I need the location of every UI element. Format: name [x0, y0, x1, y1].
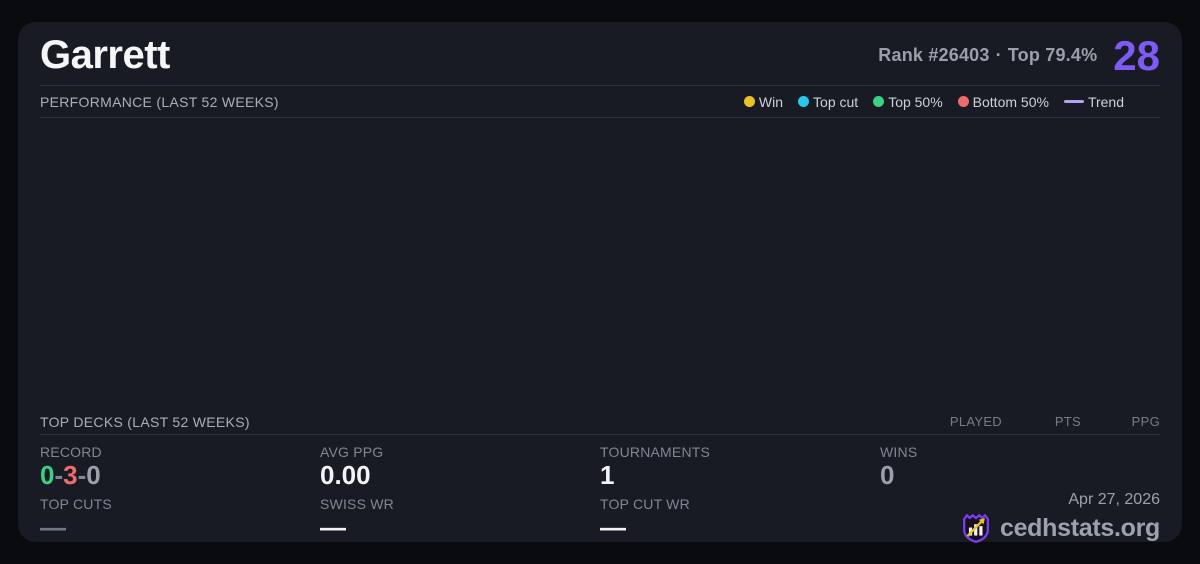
- top-percent: Top 79.4%: [1007, 45, 1098, 65]
- player-name: Garrett: [40, 33, 170, 77]
- brand-row: cedhstats.org: [959, 511, 1160, 545]
- top-decks-header: TOP DECKS (LAST 52 WEEKS) PLAYED PTS PPG: [40, 409, 1160, 435]
- card-header: Garrett Rank #26403 · Top 79.4% 28: [40, 22, 1160, 86]
- brand-name: cedhstats.org: [999, 513, 1160, 542]
- tournaments-label: TOURNAMENTS: [600, 444, 711, 460]
- swiss-wr-value: —: [320, 511, 346, 542]
- top-50-dot-icon: [873, 96, 885, 107]
- legend-top-50-label: Top 50%: [888, 93, 943, 110]
- legend-trend: Trend: [1063, 93, 1124, 110]
- tournaments-value: 1: [600, 460, 615, 490]
- rank-separator: ·: [995, 45, 1002, 65]
- legend-win: Win: [743, 93, 784, 110]
- legend-bottom-50: Bottom 50%: [957, 93, 1049, 110]
- cedhstats-logo-icon: [963, 514, 989, 543]
- record-wins: 0: [40, 460, 55, 490]
- date-label: Apr 27, 2026: [1068, 491, 1160, 508]
- avg-ppg-label: AVG PPG: [320, 444, 384, 460]
- record-label: RECORD: [40, 444, 102, 460]
- record-losses: 3: [63, 460, 78, 490]
- record-draws: 0: [86, 460, 101, 490]
- header-right: Rank #26403 · Top 79.4% 28: [878, 31, 1160, 79]
- top-cuts-label: TOP CUTS: [40, 495, 112, 512]
- swiss-wr-label: SWISS WR: [320, 495, 394, 512]
- wins-label: WINS: [880, 444, 918, 460]
- bottom-50-dot-icon: [957, 96, 969, 107]
- performance-header: PERFORMANCE (LAST 52 WEEKS) Win Top cut …: [40, 86, 1160, 118]
- stat-column-2: AVG PPG 0.00 SWISS WR —: [320, 444, 600, 548]
- legend-top-cut-label: Top cut: [813, 93, 859, 110]
- legend-trend-label: Trend: [1087, 93, 1124, 110]
- stat-column-1: RECORD 0-3-0 TOP CUTS —: [40, 444, 320, 548]
- win-dot-icon: [743, 96, 755, 107]
- column-pts: PTS: [1054, 414, 1081, 429]
- record-value: 0-3-0: [40, 460, 320, 491]
- column-played: PLAYED: [949, 414, 1002, 429]
- trend-line-icon: [1063, 100, 1084, 103]
- avg-ppg-value: 0.00: [320, 460, 371, 490]
- top-cut-wr-value: —: [600, 511, 626, 542]
- record-separator: -: [54, 460, 64, 490]
- chart-legend: Win Top cut Top 50% Bottom 50% Trend: [743, 93, 1124, 110]
- top-cut-wr-label: TOP CUT WR: [600, 495, 690, 512]
- legend-top-50: Top 50%: [873, 93, 943, 110]
- legend-win-label: Win: [758, 93, 784, 110]
- performance-title: PERFORMANCE (LAST 52 WEEKS): [40, 93, 279, 110]
- top-decks-title: TOP DECKS (LAST 52 WEEKS): [40, 413, 250, 430]
- rank-line: Rank #26403 · Top 79.4%: [878, 45, 1097, 66]
- top-cut-dot-icon: [798, 96, 810, 107]
- rank-label: Rank #26403: [878, 45, 990, 65]
- legend-bottom-50-label: Bottom 50%: [972, 93, 1049, 110]
- wins-value: 0: [880, 460, 895, 490]
- footer-branding: Apr 27, 2026 cedhstats.org: [959, 491, 1160, 545]
- top-cuts-value: —: [40, 511, 66, 542]
- stat-column-3: TOURNAMENTS 1 TOP CUT WR —: [600, 444, 880, 548]
- column-ppg: PPG: [1131, 414, 1160, 429]
- record-separator: -: [77, 460, 87, 490]
- player-stats-card: Garrett Rank #26403 · Top 79.4% 28 PERFORM…: [18, 22, 1182, 544]
- player-score: 28: [1113, 31, 1160, 79]
- performance-chart: [40, 118, 1160, 409]
- stats-grid: RECORD 0-3-0 TOP CUTS — AVG PPG 0.00 SWI…: [40, 435, 1160, 544]
- top-decks-columns: PLAYED PTS PPG: [923, 414, 1160, 429]
- legend-top-cut: Top cut: [798, 94, 858, 110]
